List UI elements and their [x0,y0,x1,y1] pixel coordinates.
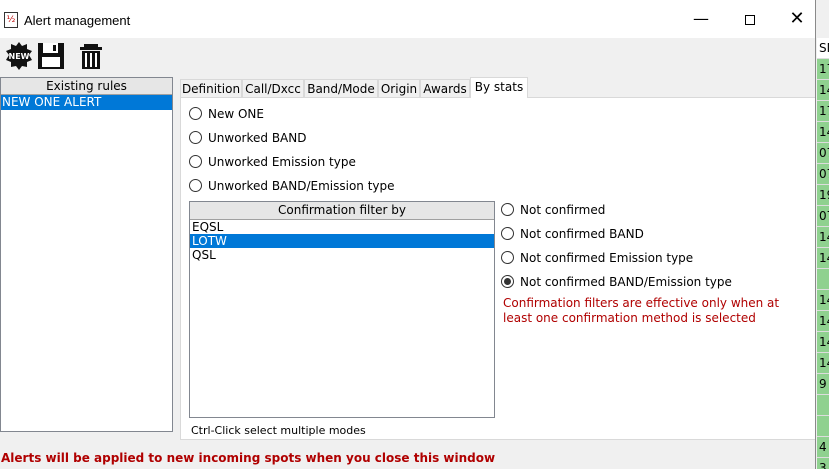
background-cell: 14 [817,248,829,269]
background-cell: 07 [817,143,829,164]
background-cell: 14 [817,227,829,248]
confirmation-filter-header: Confirmation filter by [190,202,494,220]
list-item[interactable]: LOTW [190,234,494,248]
radio-button[interactable] [189,107,202,120]
background-cell: 14 [817,80,829,101]
background-cell: 9 [817,374,829,395]
tab-awards[interactable]: Awards [420,79,470,98]
by-stats-panel: New ONE Unworked BAND Unworked Emission … [180,97,815,440]
radio-label: Not confirmed Emission type [520,251,694,265]
save-button[interactable] [36,41,66,71]
radio-new-one[interactable]: New ONE [189,106,264,122]
delete-button[interactable] [76,41,106,71]
radio-unworked-band-emission[interactable]: Unworked BAND/Emission type [189,178,395,194]
toolbar: NEW [0,38,815,74]
status-message: Alerts will be applied to new incoming s… [1,451,496,465]
close-button[interactable]: ✕ [774,0,815,38]
list-item[interactable]: QSL [190,248,494,262]
tab-by-stats[interactable]: By stats [470,77,528,98]
background-cell: 14 [817,353,829,374]
maximize-icon [745,14,755,25]
save-icon [38,43,64,69]
list-item[interactable]: EQSL [190,220,494,234]
background-cell: 14 [817,332,829,353]
tab-call-dxcc[interactable]: Call/Dxcc [242,79,304,98]
radio-label: Not confirmed [520,203,606,217]
radio-button[interactable] [501,251,514,264]
background-cell: 14 [817,311,829,332]
title-bar[interactable]: ½ Alert management — ✕ [0,0,815,38]
radio-unworked-band[interactable]: Unworked BAND [189,130,306,146]
radio-button[interactable] [501,203,514,216]
new-badge-text: NEW [9,52,30,61]
background-cell: 14 [817,290,829,311]
rule-item[interactable]: NEW ONE ALERT [1,95,172,110]
radio-unworked-emission[interactable]: Unworked Emission type [189,154,356,170]
maximize-button[interactable] [727,0,773,38]
radio-not-confirmed-band-emission[interactable]: Not confirmed BAND/Emission type [501,274,732,290]
background-cell: 4 [817,437,829,458]
radio-button-checked[interactable] [501,275,514,288]
background-cell: 07 [817,164,829,185]
radio-button[interactable] [501,227,514,240]
radio-button[interactable] [189,131,202,144]
radio-label: Not confirmed BAND/Emission type [520,275,732,289]
background-cell: SN [817,38,829,59]
new-rule-button[interactable]: NEW [4,41,34,71]
radio-label: Not confirmed BAND [520,227,644,241]
existing-rules-header: Existing rules [1,78,172,95]
radio-label: Unworked Emission type [208,155,356,169]
background-cell: 14 [817,122,829,143]
background-cell: 17 [817,101,829,122]
app-icon: ½ [4,12,18,28]
confirmation-warning: Confirmation filters are effective only … [503,296,780,325]
background-cell: 3 [817,458,829,469]
multi-select-hint: Ctrl-Click select multiple modes [191,424,366,437]
alert-management-window: ½ Alert management — ✕ NEW Existing rule… [0,0,816,469]
radio-label: Unworked BAND/Emission type [208,179,395,193]
tab-band-mode[interactable]: Band/Mode [304,79,378,98]
existing-rules-list[interactable]: Existing rules NEW ONE ALERT [0,77,173,432]
tab-definition[interactable]: Definition [180,79,242,98]
radio-button[interactable] [189,155,202,168]
radio-not-confirmed[interactable]: Not confirmed [501,202,605,218]
window-title: Alert management [24,13,131,28]
radio-label: New ONE [208,107,264,121]
background-cell: 19 [817,185,829,206]
background-cell: 17 [817,59,829,80]
confirmation-filter-list[interactable]: Confirmation filter by EQSL LOTW QSL [189,201,495,418]
background-cell [817,395,829,416]
background-cell [817,269,829,290]
radio-button[interactable] [189,179,202,192]
background-cell [817,416,829,437]
delete-icon [80,44,102,69]
radio-label: Unworked BAND [208,131,307,145]
radio-not-confirmed-band[interactable]: Not confirmed BAND [501,226,644,242]
new-icon: NEW [6,42,32,70]
minimize-button[interactable]: — [678,0,724,38]
background-window-strip: SN 17 14 17 14 07 07 19 07 14 14 14 14 1… [817,38,829,469]
tab-origin[interactable]: Origin [378,79,420,98]
radio-not-confirmed-emission[interactable]: Not confirmed Emission type [501,250,693,266]
background-cell: 07 [817,206,829,227]
